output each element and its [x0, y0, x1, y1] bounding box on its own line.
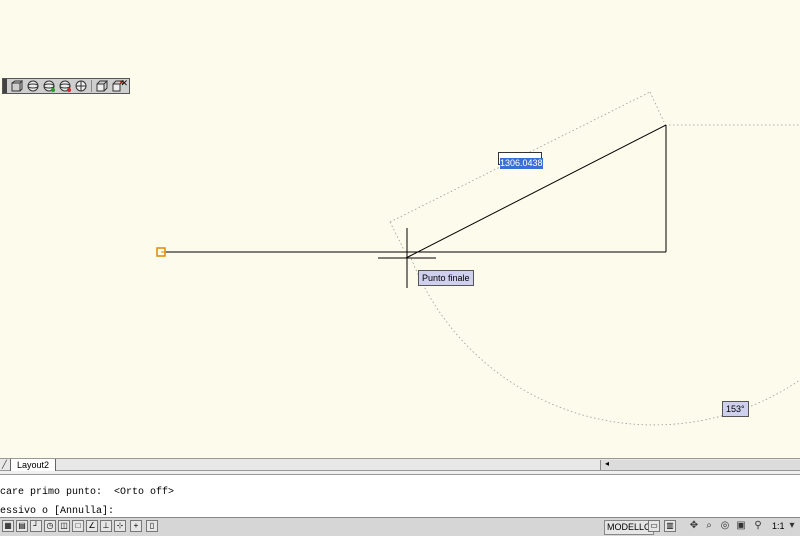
grid-toggle-icon[interactable]: ▤ [16, 520, 28, 532]
toolbar-separator [91, 80, 92, 92]
snap-toggle-icon[interactable]: ▦ [2, 520, 14, 532]
dimension-value: 1306.0438 [500, 158, 543, 169]
dyn-toggle-icon[interactable]: ⊹ [114, 520, 126, 532]
command-line[interactable]: care primo punto: <Orto off> essivo o [A… [0, 475, 800, 517]
box-icon[interactable] [95, 80, 109, 93]
command-prompt-line[interactable]: essivo o [Annulla]: [0, 506, 114, 517]
horizontal-scrollbar[interactable]: ◂ [600, 459, 800, 470]
annotation-scale-icon[interactable]: ⚲ [752, 520, 764, 532]
command-history-line: care primo punto: <Orto off> [0, 487, 175, 498]
tab-layout2[interactable]: Layout2 [10, 459, 57, 471]
view-toolbar: ✕ [2, 78, 130, 94]
dimension-extension-2 [649, 91, 665, 123]
steering-wheel-icon[interactable]: ✥ [688, 520, 700, 532]
sphere-icon[interactable] [26, 80, 40, 93]
ortho-toggle-icon[interactable]: ┘ [30, 520, 42, 532]
ucs-toggle-icon[interactable]: ⊥ [100, 520, 112, 532]
snap-tooltip: Punto finale [418, 270, 474, 286]
globe-icon[interactable] [74, 80, 88, 93]
drawing-svg[interactable] [0, 0, 800, 458]
angle-input[interactable]: 153° [722, 401, 749, 417]
drawing-canvas[interactable] [0, 0, 800, 458]
dimension-input[interactable]: 1306.0438 [498, 152, 543, 169]
lineweight-toggle-icon[interactable]: + [130, 520, 142, 532]
model-space-button[interactable]: MODELLO [604, 520, 655, 535]
scroll-left-icon[interactable]: ◂ [605, 459, 609, 468]
orbit-icon[interactable]: ◎ [719, 520, 731, 532]
showmotion-icon[interactable]: ▣ [735, 520, 747, 532]
chevron-down-icon[interactable]: ▾ [786, 520, 798, 532]
layout-tabs-bar: ╱ Layout2 ◂ [0, 458, 800, 471]
status-bar: ▦ ▤ ┘ ◷ ◫ □ ∠ ⊥ ⊹ + ▯ MODELLO ▭ ▥ ✥ ⌕ ◎ … [0, 517, 800, 536]
zoom-icon[interactable]: ⌕ [703, 520, 715, 532]
layout-view-icon[interactable]: ▭ [648, 520, 660, 532]
sphere-green-icon[interactable] [42, 80, 56, 93]
3d-osnap-toggle-icon[interactable]: □ [72, 520, 84, 532]
polar-toggle-icon[interactable]: ◷ [44, 520, 56, 532]
dimension-extension-1 [389, 221, 405, 251]
toolbar-grip[interactable] [3, 79, 7, 93]
annotation-scale[interactable]: 1:1 [772, 520, 785, 533]
quick-view-icon[interactable]: ▥ [664, 520, 676, 532]
toolbar-close-icon[interactable]: ✕ [120, 78, 128, 89]
diagonal-line [405, 124, 667, 259]
view-cube-icon[interactable] [10, 80, 24, 93]
qp-toggle-icon[interactable]: ▯ [146, 520, 158, 532]
osnap-toggle-icon[interactable]: ◫ [58, 520, 70, 532]
otrack-toggle-icon[interactable]: ∠ [86, 520, 98, 532]
tab-nav-arrows[interactable]: ╱ [2, 459, 7, 471]
sphere-red-icon[interactable] [58, 80, 72, 93]
